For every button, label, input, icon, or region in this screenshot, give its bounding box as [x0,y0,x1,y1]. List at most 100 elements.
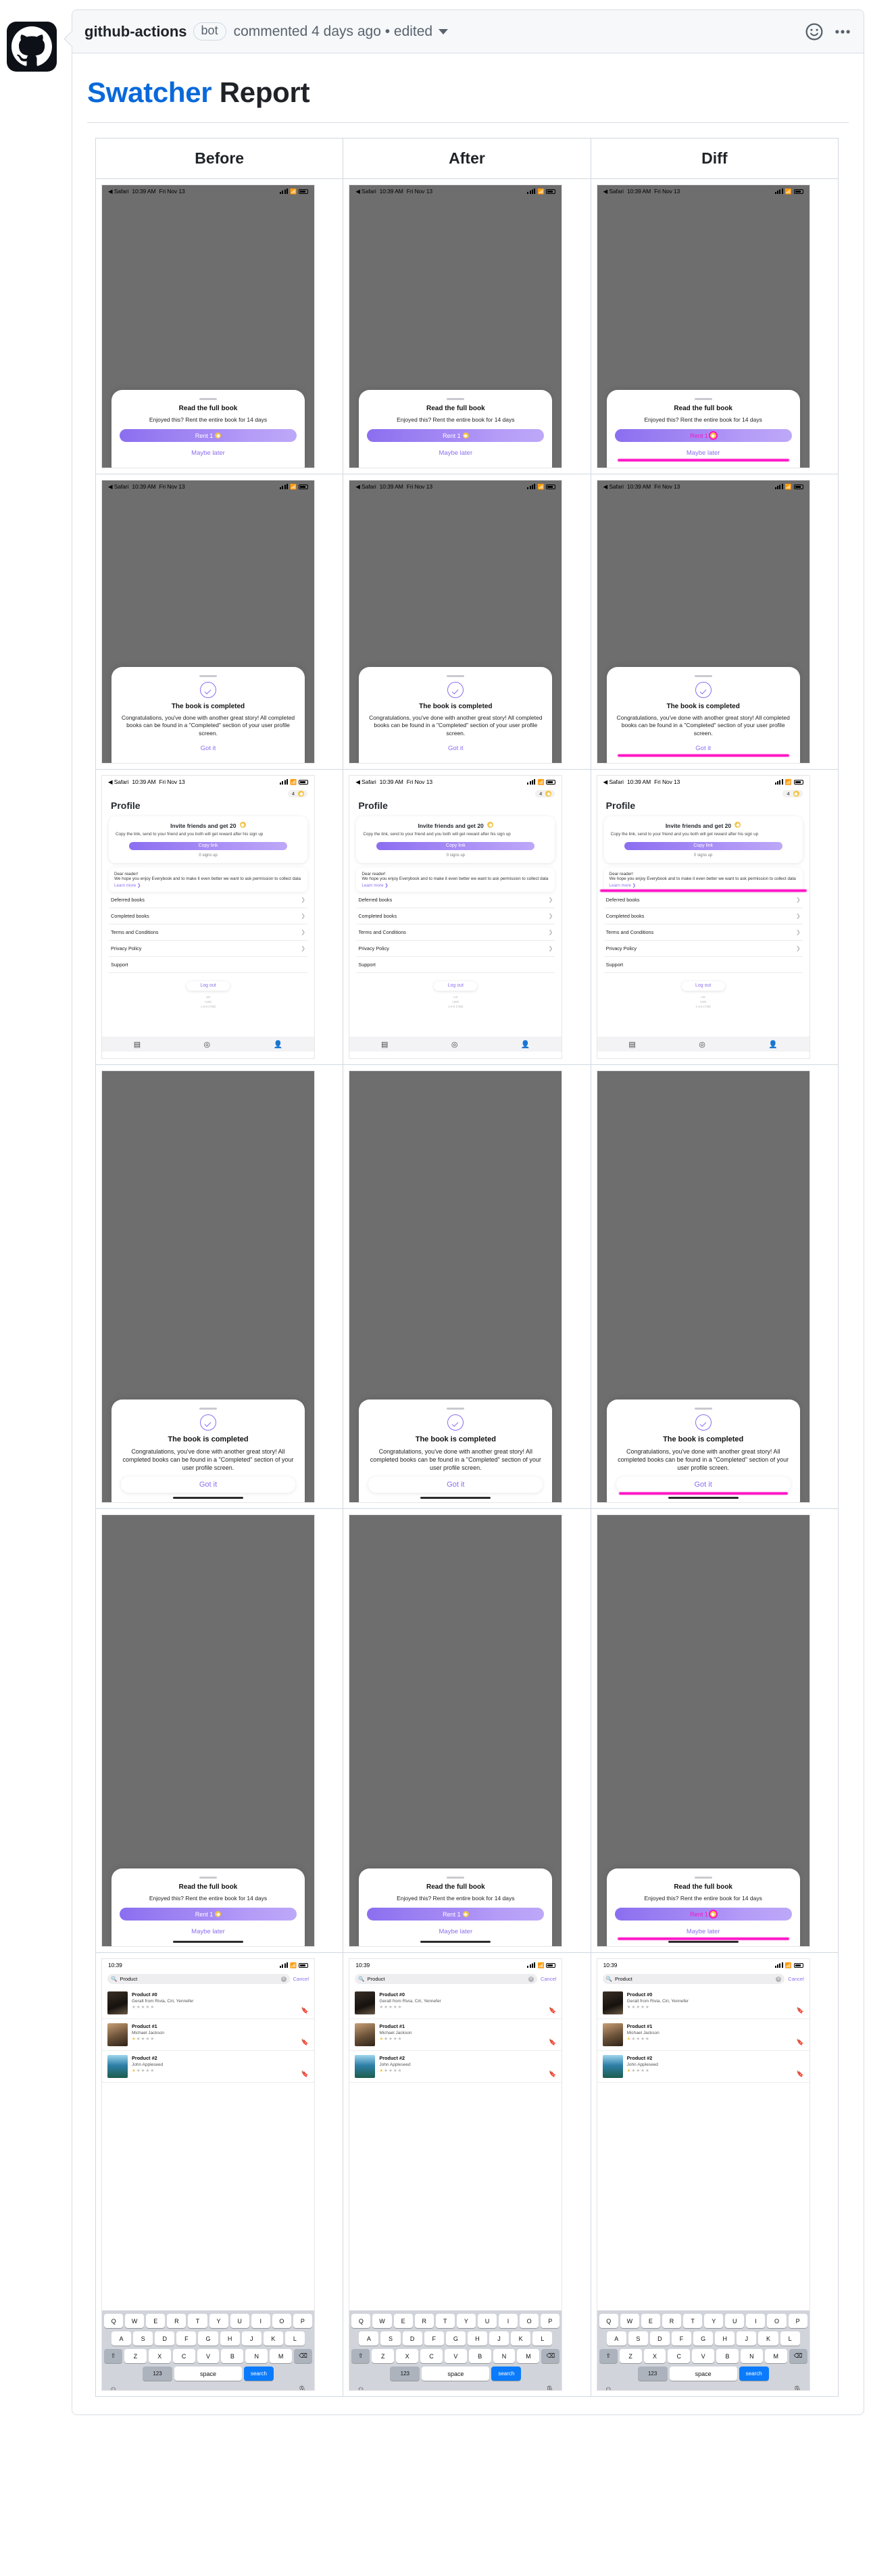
profile-row[interactable]: Privacy Policy ❯ [109,941,307,957]
key-A[interactable]: A [111,2331,132,2346]
avatar[interactable] [7,22,57,72]
list-item[interactable]: Product #2 John Appleseed ★★★★★ 🔖 [102,2051,314,2083]
key-V[interactable]: V [197,2349,220,2363]
key-I[interactable]: I [746,2314,766,2328]
phone-screenshot-before[interactable]: The book is completed Congratulations, y… [101,1070,315,1503]
cancel-button[interactable]: Cancel [541,1976,556,1982]
rent-button[interactable]: Rent 1 [367,1908,545,1921]
sheet-grabber[interactable] [447,397,465,400]
key-Q[interactable]: Q [104,2314,124,2328]
key-S[interactable]: S [133,2331,153,2346]
key-T[interactable]: T [435,2314,455,2328]
tab-profile[interactable]: 👤 [521,1040,530,1049]
key-D[interactable]: D [402,2331,422,2346]
tab-discover[interactable]: ◎ [699,1040,705,1049]
numbers-key[interactable]: 123 [637,2367,668,2381]
phone-screenshot-after[interactable]: ◀ Safari 10:39 AM Fri Nov 13 📶 4 Profile… [349,775,563,1059]
cancel-button[interactable]: Cancel [293,1976,309,1982]
phone-screenshot-diff[interactable]: The book is completed Congratulations, y… [596,1070,810,1503]
got-it-button[interactable]: Got it [616,1477,791,1493]
bookmark-icon[interactable]: 🔖 [301,2071,309,2078]
key-R[interactable]: R [167,2314,186,2328]
search-input[interactable]: 🔍 Product ✕ [355,1974,537,1984]
bookmark-icon[interactable]: 🔖 [301,2007,309,2014]
got-it-button[interactable]: Got it [367,742,545,755]
tab-discover[interactable]: ◎ [204,1040,211,1049]
profile-row[interactable]: Completed books ❯ [603,908,803,924]
log-out-button[interactable]: Log out [434,981,478,991]
key-Y[interactable]: Y [704,2314,724,2328]
bookmark-icon[interactable]: 🔖 [549,2071,556,2078]
key-J[interactable]: J [241,2331,262,2346]
backspace-key[interactable]: ⌫ [789,2349,807,2363]
key-H[interactable]: H [467,2331,487,2346]
tab-book[interactable]: ▤ [134,1040,141,1049]
key-N[interactable]: N [740,2349,763,2363]
list-item[interactable]: Product #2 John Appleseed ★★★★★ 🔖 [597,2051,810,2083]
key-Q[interactable]: Q [599,2314,618,2328]
shift-key[interactable]: ⇧ [351,2349,370,2363]
search-input[interactable]: 🔍 Product ✕ [602,1974,785,1984]
tab-book[interactable]: ▤ [628,1040,635,1049]
list-item[interactable]: Product #0 Geralt from Rivia, Ciri, Yenn… [102,1987,314,2019]
copy-link-button[interactable]: Copy link [624,841,782,850]
learn-more-link[interactable]: Learn more ❯ [114,883,302,888]
rent-button[interactable]: Rent 1 [614,429,792,442]
space-key[interactable]: space [174,2367,242,2381]
chevron-down-icon[interactable] [439,28,449,34]
numbers-key[interactable]: 123 [143,2367,172,2381]
key-O[interactable]: O [272,2314,291,2328]
search-key[interactable]: search [244,2367,274,2381]
key-X[interactable]: X [148,2349,171,2363]
key-H[interactable]: H [715,2331,735,2346]
key-I[interactable]: I [499,2314,518,2328]
key-C[interactable]: C [172,2349,195,2363]
comment-author[interactable]: github-actions [84,23,187,41]
phone-screenshot-diff[interactable]: 10:39 📶 🔍 Product ✕ Cancel Product #0 Ge… [596,1958,810,2391]
profile-row[interactable]: Deferred books ❯ [109,892,307,908]
key-G[interactable]: G [198,2331,218,2346]
coin-balance[interactable]: 4 [535,790,555,797]
key-M[interactable]: M [517,2349,540,2363]
maybe-later-button[interactable]: Maybe later [614,447,792,460]
key-P[interactable]: P [788,2314,807,2328]
key-P[interactable]: P [293,2314,312,2328]
got-it-button[interactable]: Got it [368,1477,543,1493]
list-item[interactable]: Product #1 Michael Jackson ★★★★★ 🔖 [597,2019,810,2051]
cancel-button[interactable]: Cancel [788,1976,803,1982]
phone-screenshot-after[interactable]: ◀ Safari 10:39 AM Fri Nov 13 📶 Read the … [349,184,563,468]
key-F[interactable]: F [176,2331,197,2346]
microphone-icon[interactable]: 🎙 [545,2385,554,2390]
tab-profile[interactable]: 👤 [274,1040,283,1049]
sheet-grabber[interactable] [199,1407,217,1410]
learn-more-link[interactable]: Learn more ❯ [609,883,797,888]
key-L[interactable]: L [284,2331,305,2346]
emoji-icon[interactable]: ☺ [605,2385,612,2390]
phone-screenshot-after[interactable]: Read the full book Enjoyed this? Rent th… [349,1514,563,1947]
profile-row[interactable]: Deferred books ❯ [603,892,803,908]
search-key[interactable]: search [739,2367,769,2381]
sheet-grabber[interactable] [447,1876,465,1879]
backspace-key[interactable]: ⌫ [541,2349,560,2363]
key-Y[interactable]: Y [456,2314,476,2328]
bookmark-icon[interactable]: 🔖 [796,2007,803,2014]
phone-screenshot-before[interactable]: ◀ Safari 10:39 AM Fri Nov 13 📶 4 Profile… [101,775,315,1059]
clear-icon[interactable]: ✕ [528,1976,534,1982]
phone-screenshot-before[interactable]: 10:39 📶 🔍 Product ✕ Cancel Product #0 Ge… [101,1958,315,2391]
key-E[interactable]: E [393,2314,413,2328]
key-V[interactable]: V [444,2349,467,2363]
shift-key[interactable]: ⇧ [104,2349,122,2363]
key-U[interactable]: U [725,2314,745,2328]
key-T[interactable]: T [188,2314,207,2328]
phone-screenshot-before[interactable]: ◀ Safari 10:39 AM Fri Nov 13 📶 Read the … [101,184,315,468]
key-J[interactable]: J [489,2331,509,2346]
profile-row[interactable]: Deferred books ❯ [356,892,555,908]
phone-screenshot-after[interactable]: 10:39 📶 🔍 Product ✕ Cancel Product #0 Ge… [349,1958,563,2391]
key-Z[interactable]: Z [619,2349,642,2363]
key-Z[interactable]: Z [124,2349,147,2363]
profile-row[interactable]: Terms and Conditions ❯ [109,924,307,941]
key-R[interactable]: R [662,2314,682,2328]
bookmark-icon[interactable]: 🔖 [549,2039,556,2046]
key-M[interactable]: M [764,2349,787,2363]
backspace-key[interactable]: ⌫ [294,2349,313,2363]
